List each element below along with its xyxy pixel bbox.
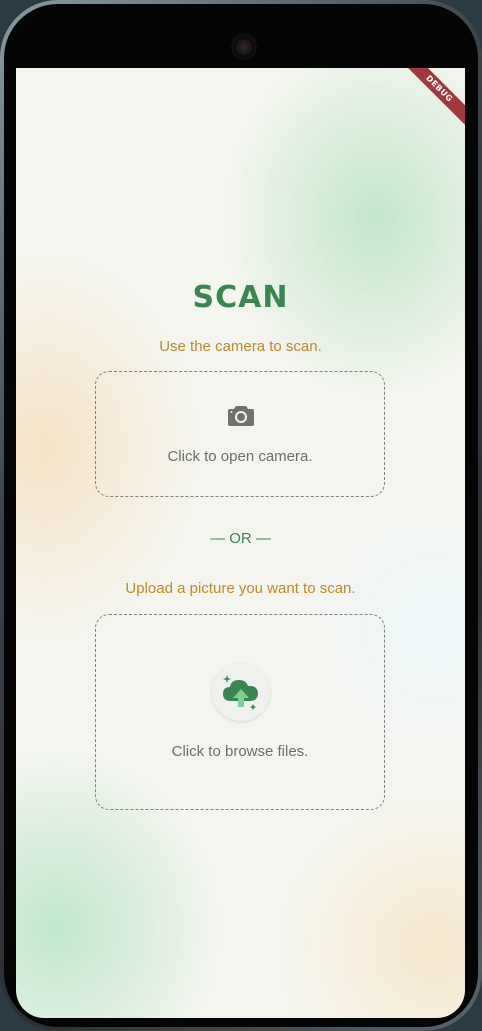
cloud-upload-icon (212, 663, 270, 721)
front-camera-icon (233, 36, 255, 58)
open-camera-button[interactable]: Click to open camera. (95, 371, 385, 497)
or-divider: — OR — (210, 530, 271, 547)
camera-icon (228, 406, 254, 426)
upload-hint: Upload a picture you want to scan. (125, 580, 356, 597)
app-screen: DEBUG SCAN Use the camera to scan. Click… (16, 68, 465, 1018)
phone-frame: DEBUG SCAN Use the camera to scan. Click… (0, 0, 482, 1031)
camera-hint: Use the camera to scan. (159, 338, 322, 355)
debug-banner: DEBUG (391, 68, 465, 137)
browse-files-button[interactable]: Click to browse files. (95, 614, 385, 810)
page-title: SCAN (192, 280, 289, 315)
upload-box-label: Click to browse files. (171, 743, 309, 760)
camera-box-label: Click to open camera. (167, 448, 313, 465)
